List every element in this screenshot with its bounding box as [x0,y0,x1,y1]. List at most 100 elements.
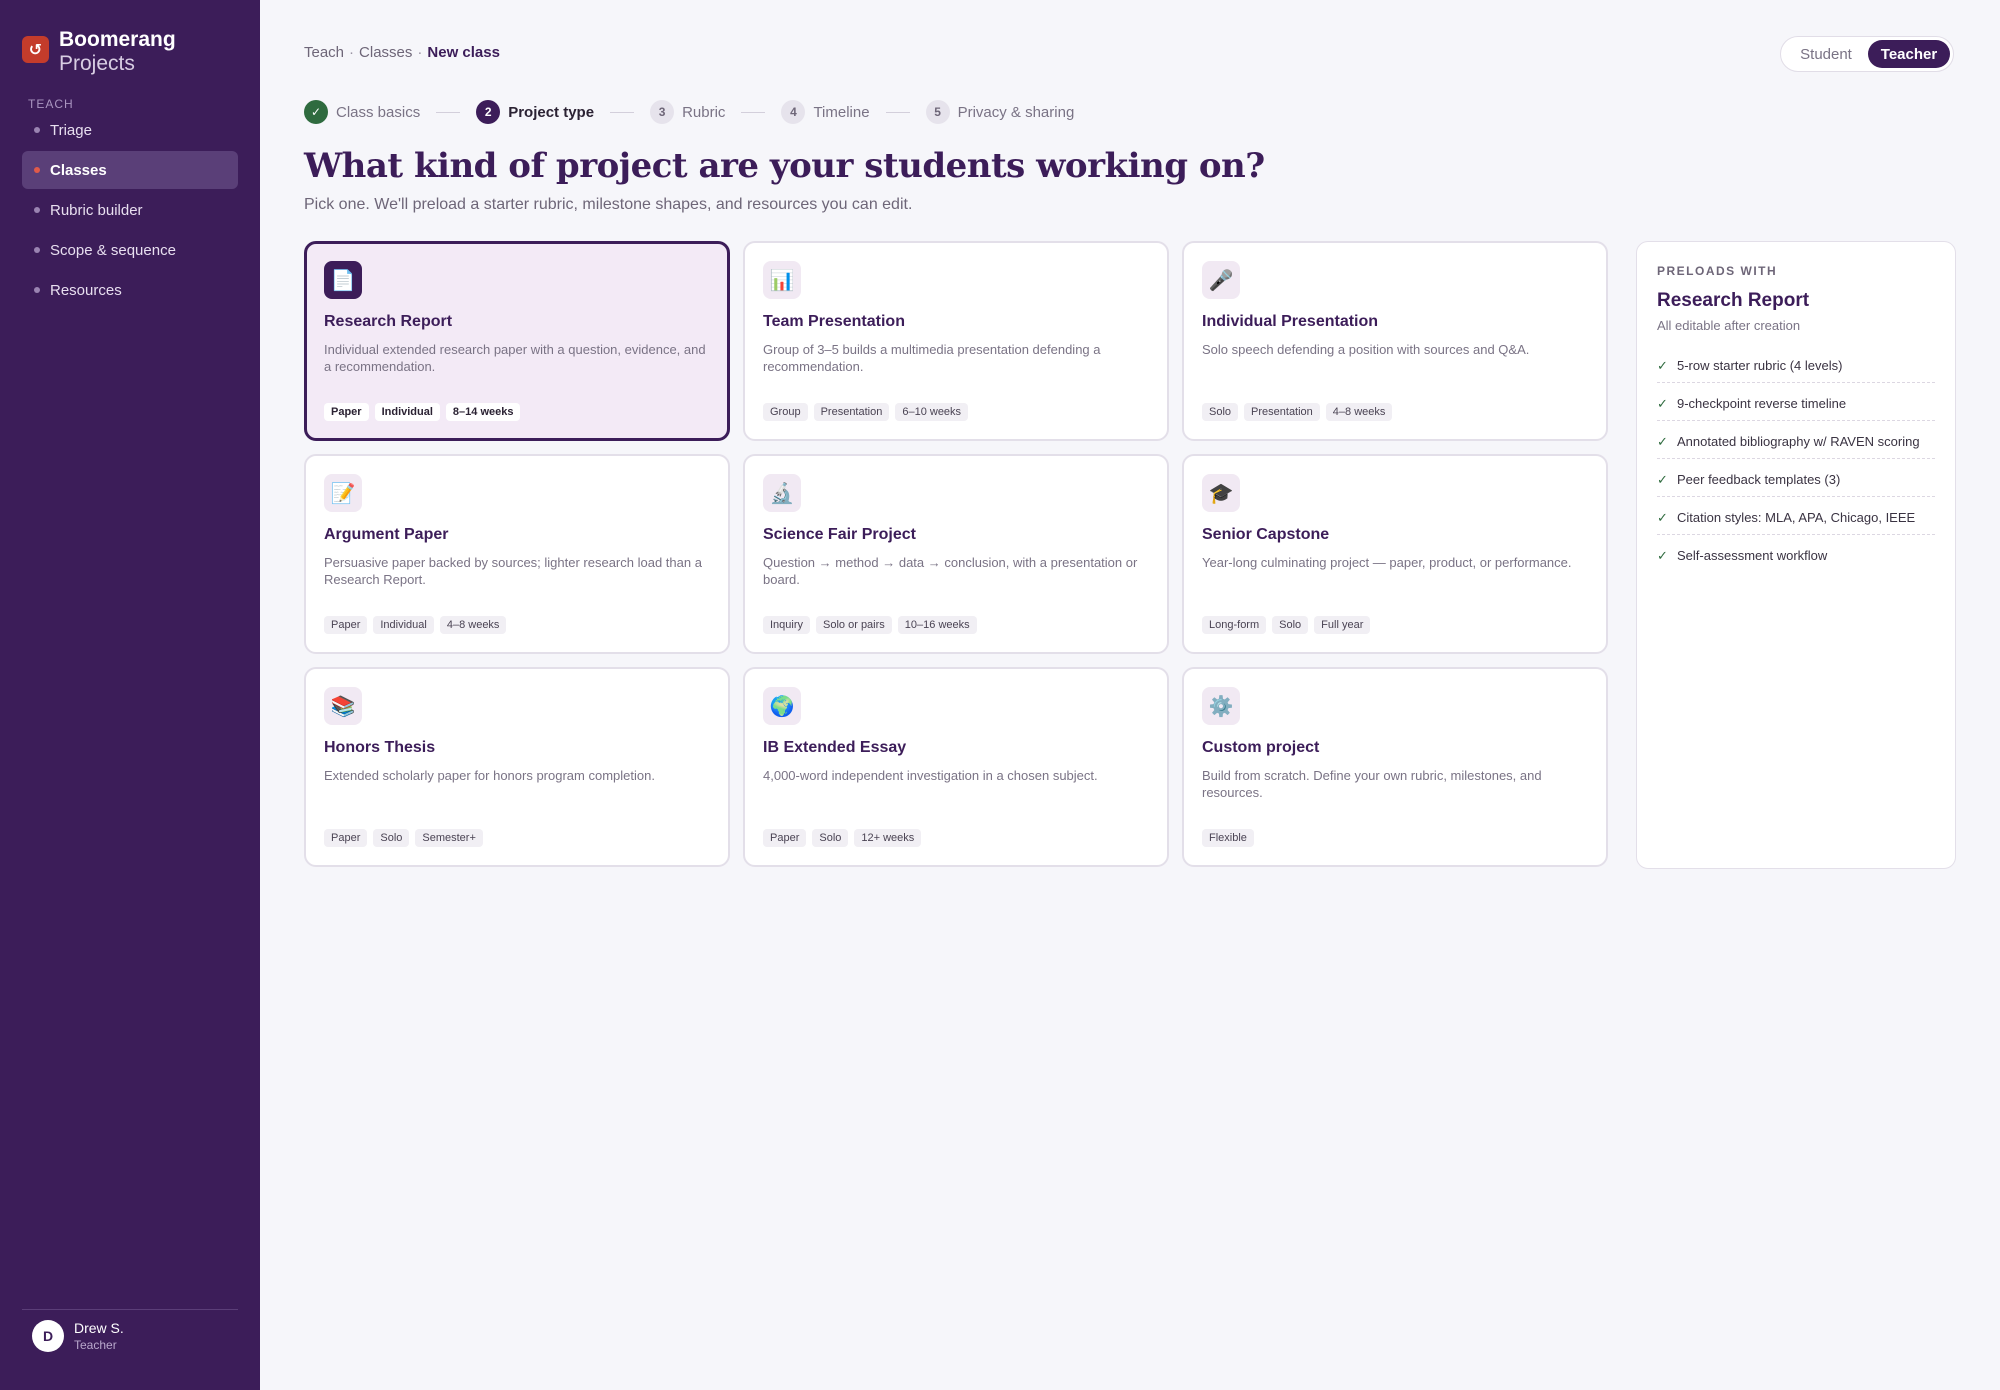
card-tags: Solo Presentation 4–8 weeks [1202,403,1398,421]
globe-icon: 🌍 [763,687,801,725]
tag: Presentation [813,403,890,421]
project-card-science-fair[interactable]: 🔬 Science Fair Project Question → method… [743,454,1169,654]
sidebar-item-scope-sequence[interactable]: Scope & sequence [22,231,238,269]
tag: Long-form [1202,616,1267,634]
tag: Flexible [1202,829,1254,847]
list-item-label: Annotated bibliography w/ RAVEN scoring [1677,434,1920,449]
tag: 8–14 weeks [445,403,521,421]
bar-chart-icon: 📊 [763,261,801,299]
gear-icon: ⚙️ [1202,687,1240,725]
card-tags: Inquiry Solo or pairs 10–16 weeks [763,616,983,634]
list-item-label: Peer feedback templates (3) [1677,472,1841,487]
sidebar-item-classes[interactable]: Classes [22,151,238,189]
project-card-argument-paper[interactable]: 📝 Argument Paper Persuasive paper backed… [304,454,730,654]
list-item-label: Self-assessment workflow [1677,548,1828,563]
boomerang-logo-icon: ↺ [22,36,49,63]
breadcrumb-classes[interactable]: Classes [359,44,412,61]
step-class-basics[interactable]: ✓ Class basics [304,100,420,124]
card-tags: Paper Individual 8–14 weeks [324,403,526,421]
step-connector [610,111,635,113]
bullet-icon [34,127,40,133]
tag: Solo [373,829,410,847]
check-icon: ✓ [1657,472,1668,487]
project-card-team-presentation[interactable]: 📊 Team Presentation Group of 3–5 builds … [743,241,1169,441]
tag: Paper [763,829,807,847]
step-privacy-sharing[interactable]: 5 Privacy & sharing [925,100,1074,124]
panel-eyebrow: PRELOADS WITH [1657,264,1778,278]
sidebar-item-label: Classes [50,161,107,179]
card-description: Extended scholarly paper for honors prog… [324,768,655,783]
sidebar-item-rubric-builder[interactable]: Rubric builder [22,191,238,229]
microphone-icon: 🎤 [1202,261,1240,299]
sidebar-nav: Triage Classes Rubric builder Scope & se… [22,111,238,311]
card-description: Year-long culminating project — paper, p… [1202,555,1572,570]
card-title: Science Fair Project [763,526,916,543]
tag: 4–8 weeks [439,616,507,634]
tag: Inquiry [763,616,811,634]
sidebar-item-label: Resources [50,281,122,299]
brand-sub: Projects [59,52,135,75]
step-rubric[interactable]: 3 Rubric [650,100,725,124]
check-icon: ✓ [1657,358,1668,373]
project-card-senior-capstone[interactable]: 🎓 Senior Capstone Year-long culminating … [1182,454,1608,654]
list-item: ✓ Citation styles: MLA, APA, Chicago, IEE… [1657,505,1935,535]
step-number: 3 [650,100,675,124]
card-description: Build from scratch. Define your own rubr… [1202,768,1542,800]
step-label: Timeline [813,103,870,121]
student-toggle-button[interactable]: Student [1784,40,1868,68]
card-tags: Flexible [1202,829,1260,847]
user-profile[interactable]: D Drew S. Teacher [22,1309,238,1352]
sidebar: ↺ Boomerang Projects TEACH Triage Classe… [0,0,260,1390]
list-item: ✓ Self-assessment workflow [1657,543,1935,572]
step-number: 5 [925,100,950,124]
breadcrumb: Teach · Classes · New class [304,44,500,61]
list-item: ✓ Annotated bibliography w/ RAVEN scoring [1657,429,1935,459]
project-card-ib-extended-essay[interactable]: 🌍 IB Extended Essay 4,000-word independe… [743,667,1169,867]
step-connector [885,111,910,113]
sidebar-item-resources[interactable]: Resources [22,271,238,309]
tag: Group [763,403,808,421]
check-icon: ✓ [1657,434,1668,449]
bullet-icon [34,167,40,173]
panel-title: Research Report [1657,290,1810,311]
list-item-label: Citation styles: MLA, APA, Chicago, IEEE [1677,510,1916,525]
page-subtitle: Pick one. We'll preload a starter rubric… [304,196,913,213]
breadcrumb-teach[interactable]: Teach [304,44,344,61]
brand-name: Boomerang [59,28,176,51]
tag: Presentation [1244,403,1320,421]
card-title: Team Presentation [763,313,905,330]
breadcrumb-separator: · [417,44,423,61]
check-icon: ✓ [1657,510,1668,525]
bullet-icon [34,287,40,293]
list-item: ✓ 5-row starter rubric (4 levels) [1657,353,1935,383]
tag: Paper [324,829,368,847]
check-icon: ✓ [1657,548,1668,563]
project-card-custom-project[interactable]: ⚙️ Custom project Build from scratch. De… [1182,667,1608,867]
card-tags: Paper Individual 4–8 weeks [324,616,512,634]
tag: Individual [374,403,440,421]
tag: Solo [1272,616,1309,634]
step-label: Class basics [336,103,421,121]
bullet-icon [34,207,40,213]
step-timeline[interactable]: 4 Timeline [781,100,870,124]
project-card-individual-presentation[interactable]: 🎤 Individual Presentation Solo speech de… [1182,241,1608,441]
breadcrumb-separator: · [349,44,355,61]
project-card-honors-thesis[interactable]: 📚 Honors Thesis Extended scholarly paper… [304,667,730,867]
step-number: 4 [781,100,806,124]
card-tags: Paper Solo 12+ weeks [763,829,927,847]
tag: 12+ weeks [854,829,922,847]
project-card-research-report[interactable]: 📄 Research Report Individual extended re… [304,241,730,441]
teacher-toggle-button[interactable]: Teacher [1868,40,1950,68]
tag: Semester+ [415,829,483,847]
user-name: Drew S. [74,1320,124,1336]
user-role: Teacher [74,1338,117,1352]
brand[interactable]: ↺ Boomerang Projects [22,28,176,76]
sidebar-item-label: Scope & sequence [50,241,176,259]
step-project-type[interactable]: 2 Project type [476,100,594,124]
card-tags: Long-form Solo Full year [1202,616,1376,634]
role-toggle: Student Teacher [1780,36,1954,72]
card-title: Senior Capstone [1202,526,1330,543]
sidebar-item-label: Triage [50,121,92,139]
sidebar-item-triage[interactable]: Triage [22,111,238,149]
card-title: Custom project [1202,739,1320,756]
